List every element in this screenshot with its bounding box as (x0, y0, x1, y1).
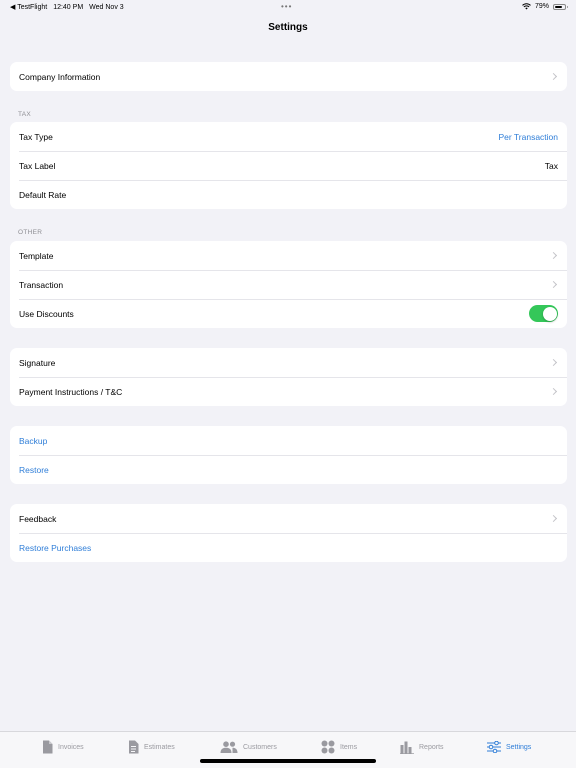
tab-settings-label: Settings (506, 743, 532, 751)
company-information-label: Company Information (19, 71, 101, 82)
people-icon (220, 741, 238, 753)
status-time: 12:40 PM (53, 3, 84, 11)
grid-circles-icon (321, 740, 335, 754)
tab-customers[interactable]: Customers (220, 739, 277, 755)
chevron-right-icon (549, 280, 558, 289)
chevron-right-icon (549, 72, 558, 81)
tax-label-label: Tax Label (19, 160, 56, 171)
signature-group: Signature Payment Instructions / T&C (10, 348, 567, 406)
tab-invoices[interactable]: Invoices (42, 739, 84, 755)
payment-instructions-label: Payment Instructions / T&C (19, 386, 123, 397)
tax-type-value[interactable]: Per Transaction (498, 132, 558, 142)
status-left: ◀ TestFlight 12:40 PM Wed Nov 3 (10, 3, 124, 12)
back-app-name: TestFlight (17, 4, 48, 11)
backup-group: Backup Restore (10, 426, 567, 484)
toggle-knob (542, 306, 557, 321)
home-indicator[interactable] (200, 759, 376, 763)
transaction-label: Transaction (19, 279, 64, 290)
battery-icon (553, 3, 568, 10)
restore-purchases-button[interactable]: Restore Purchases (19, 543, 558, 553)
backup-row[interactable]: Backup (10, 426, 567, 455)
tab-reports[interactable]: Reports (400, 739, 444, 755)
default-rate-label: Default Rate (19, 189, 67, 200)
document-icon (43, 740, 53, 754)
restore-purchases-row[interactable]: Restore Purchases (10, 533, 567, 562)
template-label: Template (19, 250, 54, 261)
other-group: Template Transaction Use Discounts (10, 241, 567, 328)
template-row[interactable]: Template (10, 241, 567, 270)
tab-customers-label: Customers (243, 743, 277, 751)
payment-instructions-row[interactable]: Payment Instructions / T&C (10, 377, 567, 406)
signature-label: Signature (19, 357, 56, 368)
page-title: Settings (268, 22, 308, 33)
wifi-icon (522, 3, 531, 10)
default-rate-row[interactable]: Default Rate (10, 180, 567, 209)
use-discounts-row: Use Discounts (10, 299, 567, 328)
feedback-row[interactable]: Feedback (10, 504, 567, 533)
feedback-group: Feedback Restore Purchases (10, 504, 567, 562)
tab-estimates-label: Estimates (144, 743, 175, 751)
company-information-row[interactable]: Company Information (10, 62, 567, 91)
feedback-label: Feedback (19, 513, 57, 524)
back-to-app-link[interactable]: ◀ TestFlight (10, 3, 47, 11)
status-right: 79% (522, 3, 568, 10)
chevron-right-icon (549, 514, 558, 523)
tab-reports-label: Reports (419, 743, 444, 751)
chevron-right-icon (549, 358, 558, 367)
sliders-icon (487, 741, 501, 753)
bar-chart-icon (400, 741, 414, 754)
battery-percent: 79% (534, 3, 549, 10)
use-discounts-label: Use Discounts (19, 308, 74, 319)
battery-fill (555, 5, 563, 8)
tax-type-label: Tax Type (19, 131, 53, 142)
chevron-right-icon (549, 387, 558, 396)
chevron-right-icon (549, 251, 558, 260)
tab-items-label: Items (340, 743, 358, 751)
use-discounts-toggle[interactable] (529, 305, 558, 322)
multitasking-dots[interactable]: ••• (281, 2, 292, 11)
status-date: Wed Nov 3 (89, 3, 124, 11)
document-lines-icon (129, 740, 139, 754)
company-group: Company Information (10, 62, 567, 91)
settings-screen: ◀ TestFlight 12:40 PM Wed Nov 3 ••• 79% … (0, 0, 576, 768)
backup-button[interactable]: Backup (19, 436, 558, 446)
tab-settings[interactable]: Settings (487, 739, 531, 755)
tab-invoices-label: Invoices (58, 743, 84, 751)
status-bar: ◀ TestFlight 12:40 PM Wed Nov 3 ••• 79% (0, 0, 576, 14)
tax-group: Tax Type Per Transaction Tax Label Tax D… (10, 122, 567, 209)
tab-estimates[interactable]: Estimates (128, 739, 175, 755)
signature-row[interactable]: Signature (10, 348, 567, 377)
tax-section-header: TAX (18, 111, 32, 118)
tab-items[interactable]: Items (321, 739, 357, 755)
tax-type-row[interactable]: Tax Type Per Transaction (10, 122, 567, 151)
tax-label-value[interactable]: Tax (545, 161, 558, 171)
restore-row[interactable]: Restore (10, 455, 567, 484)
other-section-header: OTHER (18, 229, 43, 236)
restore-button[interactable]: Restore (19, 465, 558, 475)
back-triangle-icon: ◀ (10, 4, 16, 11)
tax-label-row[interactable]: Tax Label Tax (10, 151, 567, 180)
transaction-row[interactable]: Transaction (10, 270, 567, 299)
